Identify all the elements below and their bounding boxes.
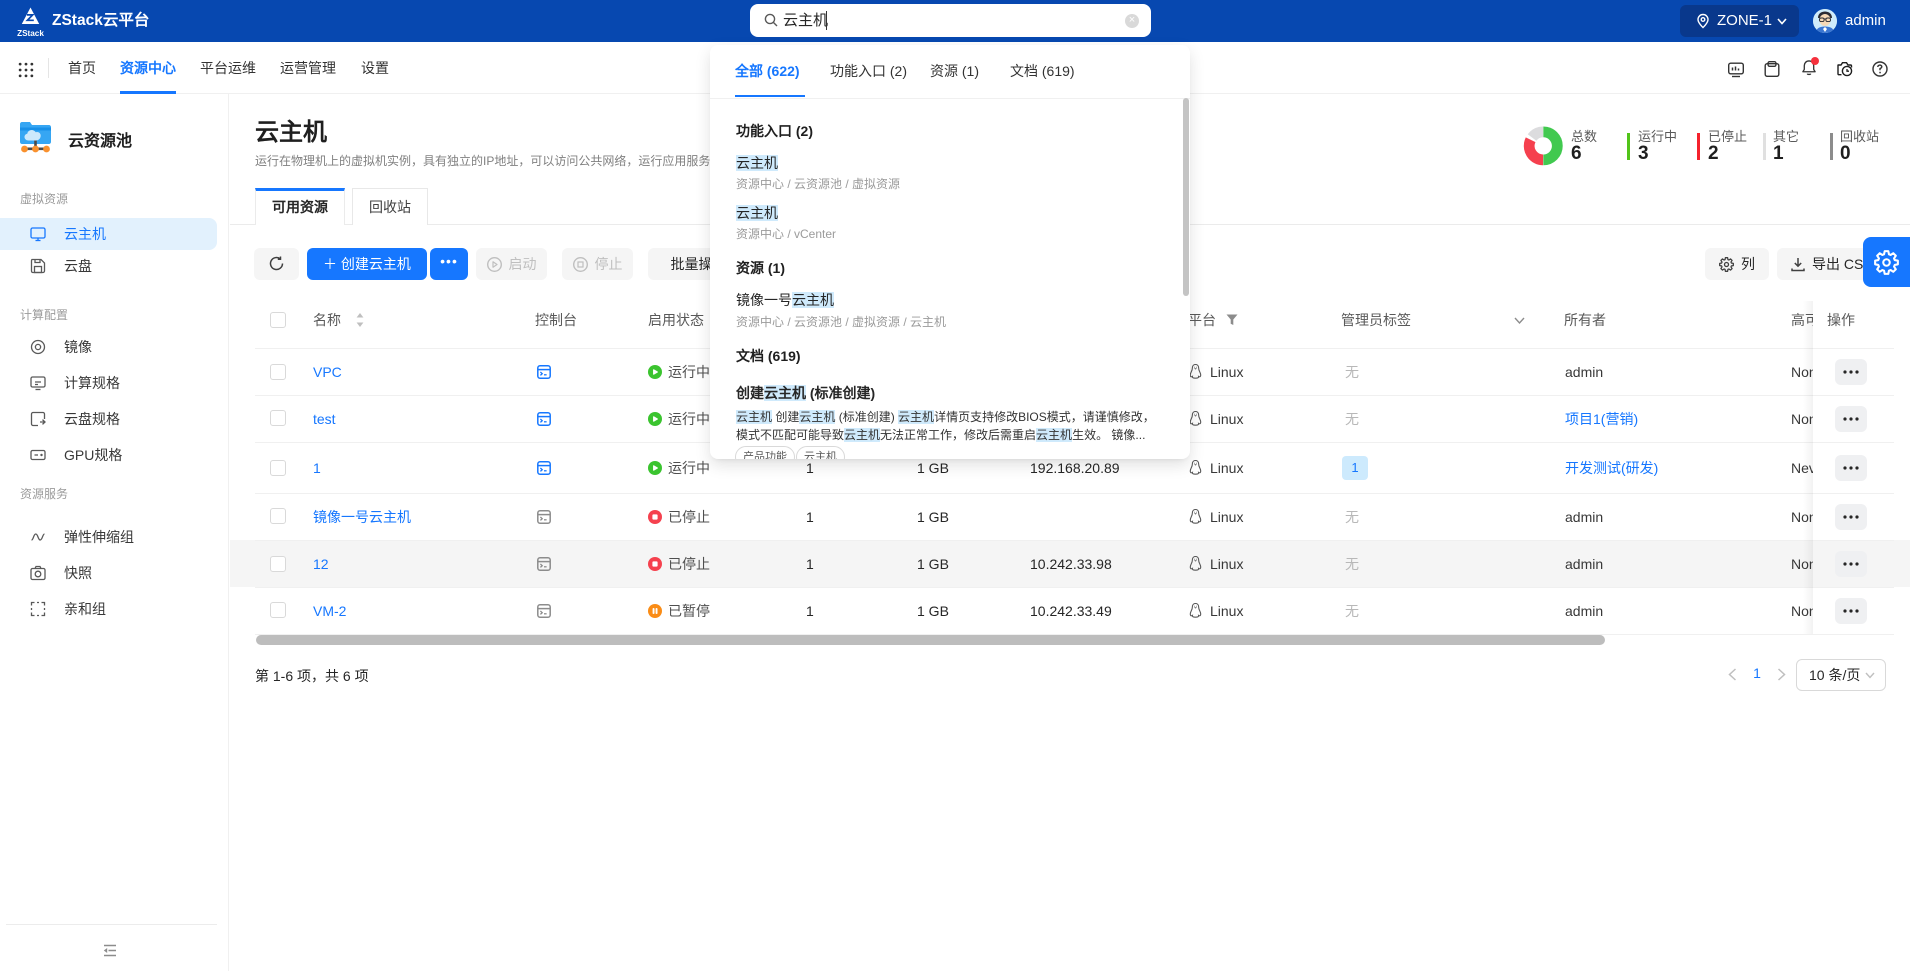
svg-text:ZStack: ZStack: [17, 29, 44, 38]
